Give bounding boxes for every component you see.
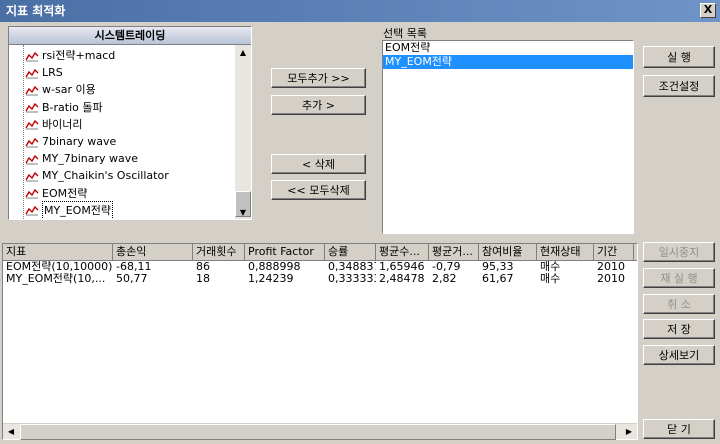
table-cell: 1,24239	[248, 273, 294, 285]
table-cell: 0,348837	[328, 261, 376, 273]
tree-item-label: B-ratio 돌파	[42, 100, 103, 114]
table-cell: 95,33	[482, 261, 514, 273]
run-button[interactable]: 실 행	[643, 46, 715, 68]
column-header[interactable]: 평균거...	[429, 244, 479, 260]
condition-settings-button[interactable]: 조건설정	[643, 75, 715, 97]
tree-item-label: 7binary wave	[42, 135, 117, 148]
column-header[interactable]: 현재상태	[537, 244, 594, 260]
scroll-right-icon[interactable]: ▶	[621, 424, 637, 440]
selection-list[interactable]: EOM전략 MY_EOM전략	[382, 40, 634, 234]
line-chart-icon	[25, 204, 39, 216]
tree-item-label: MY_EOM전략	[42, 200, 114, 219]
scroll-down-icon[interactable]: ▼	[235, 205, 251, 219]
tree-item-label: MY_Chaikin's Oscillator	[42, 169, 169, 183]
list-item-selected[interactable]: MY_EOM전략	[383, 55, 633, 69]
tree-item-label: rsi전략+macd	[42, 49, 116, 62]
line-chart-icon	[25, 101, 39, 113]
table-row[interactable]: MY_EOM전략(10,... 50,77 18 1,24239 0,333333 2,4…	[3, 273, 637, 285]
table-cell: 50,77	[116, 273, 148, 285]
grid-header: 지표 총손익 거래횟수 Profit Factor 승률 평균수... 평균거... 참여비율…	[3, 244, 637, 261]
tree-connector	[23, 45, 24, 219]
table-cell: 61,67	[482, 273, 514, 285]
line-chart-icon	[25, 50, 39, 62]
tree-item[interactable]: w-sar 이용	[25, 81, 96, 98]
column-header[interactable]: 거래횟수	[193, 244, 245, 260]
table-cell: 0,888998	[248, 261, 301, 273]
column-header[interactable]: Profit Factor	[245, 244, 325, 260]
save-button[interactable]: 저 장	[643, 319, 715, 339]
line-chart-icon	[25, 153, 39, 165]
window-title: 지표 최적화	[6, 4, 66, 18]
tree-item[interactable]: LRS	[25, 64, 63, 81]
table-cell: 86	[196, 261, 210, 273]
rerun-button[interactable]: 재 실 행	[643, 268, 715, 288]
column-header[interactable]: 총손익	[113, 244, 193, 260]
tree-item-label: MY_7binary wave	[42, 152, 139, 166]
results-grid[interactable]: 지표 총손익 거래횟수 Profit Factor 승률 평균수... 평균거... 참여비율…	[2, 243, 638, 440]
scroll-up-icon[interactable]: ▲	[235, 45, 251, 61]
scroll-thumb[interactable]	[20, 424, 616, 440]
tree-item-label: EOM전략	[42, 186, 88, 200]
tree-header: 시스템트레이딩	[9, 27, 251, 45]
column-header[interactable]: 기간	[594, 244, 634, 260]
add-all-button[interactable]: 모두추가 >>	[271, 68, 366, 88]
table-cell: 2010	[597, 261, 625, 273]
cancel-button[interactable]: 취 소	[643, 294, 715, 314]
column-header[interactable]: 지표	[3, 244, 113, 260]
list-item[interactable]: EOM전략	[383, 41, 633, 55]
table-cell: 0,333333	[328, 273, 376, 285]
tree-item[interactable]: EOM전략	[25, 185, 87, 202]
details-button[interactable]: 상세보기	[643, 345, 715, 365]
tree-item[interactable]: B-ratio 돌파	[25, 99, 103, 116]
line-chart-icon	[25, 170, 39, 182]
table-cell: -0,79	[432, 261, 461, 273]
selection-label: 선택 목록	[383, 27, 427, 40]
table-cell: 2,48478	[379, 273, 425, 285]
table-cell: 매수	[540, 273, 561, 285]
table-cell: 18	[196, 273, 210, 285]
line-chart-icon	[25, 67, 39, 79]
table-row[interactable]: EOM전략(10,10000) -68,11 86 0,888998 0,348837 1…	[3, 261, 637, 273]
column-header[interactable]: 평균수...	[376, 244, 429, 260]
tree-item-label: 바이너리	[42, 117, 83, 131]
table-cell: 2,82	[432, 273, 457, 285]
table-cell: 1,65946	[379, 261, 425, 273]
scroll-left-icon[interactable]: ◀	[3, 424, 19, 440]
tree-item[interactable]: rsi전략+macd	[25, 47, 115, 64]
close-button[interactable]: 닫 기	[643, 419, 715, 439]
column-header[interactable]: 참여비율	[479, 244, 537, 260]
line-chart-icon	[25, 187, 39, 199]
tree-item[interactable]: 바이너리	[25, 116, 82, 133]
line-chart-icon	[25, 118, 39, 130]
tree-item-label: w-sar 이용	[42, 83, 96, 97]
strategy-tree[interactable]: 시스템트레이딩 rsi전략+macd LRS w-sar 이용 B-ratio 돌파바…	[8, 26, 252, 220]
pause-button[interactable]: 일시중지	[643, 242, 715, 262]
grid-hscrollbar[interactable]: ◀ ▶	[3, 423, 637, 440]
table-cell: 2010	[597, 273, 625, 285]
delete-all-button[interactable]: << 모두삭제	[271, 180, 366, 200]
window-titlebar: 지표 최적화 X	[0, 0, 720, 22]
line-chart-icon	[25, 136, 39, 148]
tree-item[interactable]: MY_EOM전략	[25, 200, 114, 219]
close-icon[interactable]: X	[700, 3, 716, 18]
tree-item[interactable]: 7binary wave	[25, 133, 116, 150]
column-header[interactable]: 승률	[325, 244, 376, 260]
tree-item[interactable]: MY_Chaikin's Oscillator	[25, 167, 169, 184]
line-chart-icon	[25, 84, 39, 96]
table-cell: 매수	[540, 261, 561, 273]
tree-item[interactable]: MY_7binary wave	[25, 150, 138, 167]
tree-item-label: LRS	[42, 66, 63, 80]
tree-scrollbar[interactable]: ▲ ▼	[235, 45, 251, 219]
add-button[interactable]: 추가 >	[271, 95, 366, 115]
table-cell: MY_EOM전략(10,...	[6, 273, 106, 285]
table-cell: -68,11	[116, 261, 152, 273]
delete-button[interactable]: < 삭제	[271, 154, 366, 174]
table-cell: EOM전략(10,10000)	[6, 261, 113, 273]
